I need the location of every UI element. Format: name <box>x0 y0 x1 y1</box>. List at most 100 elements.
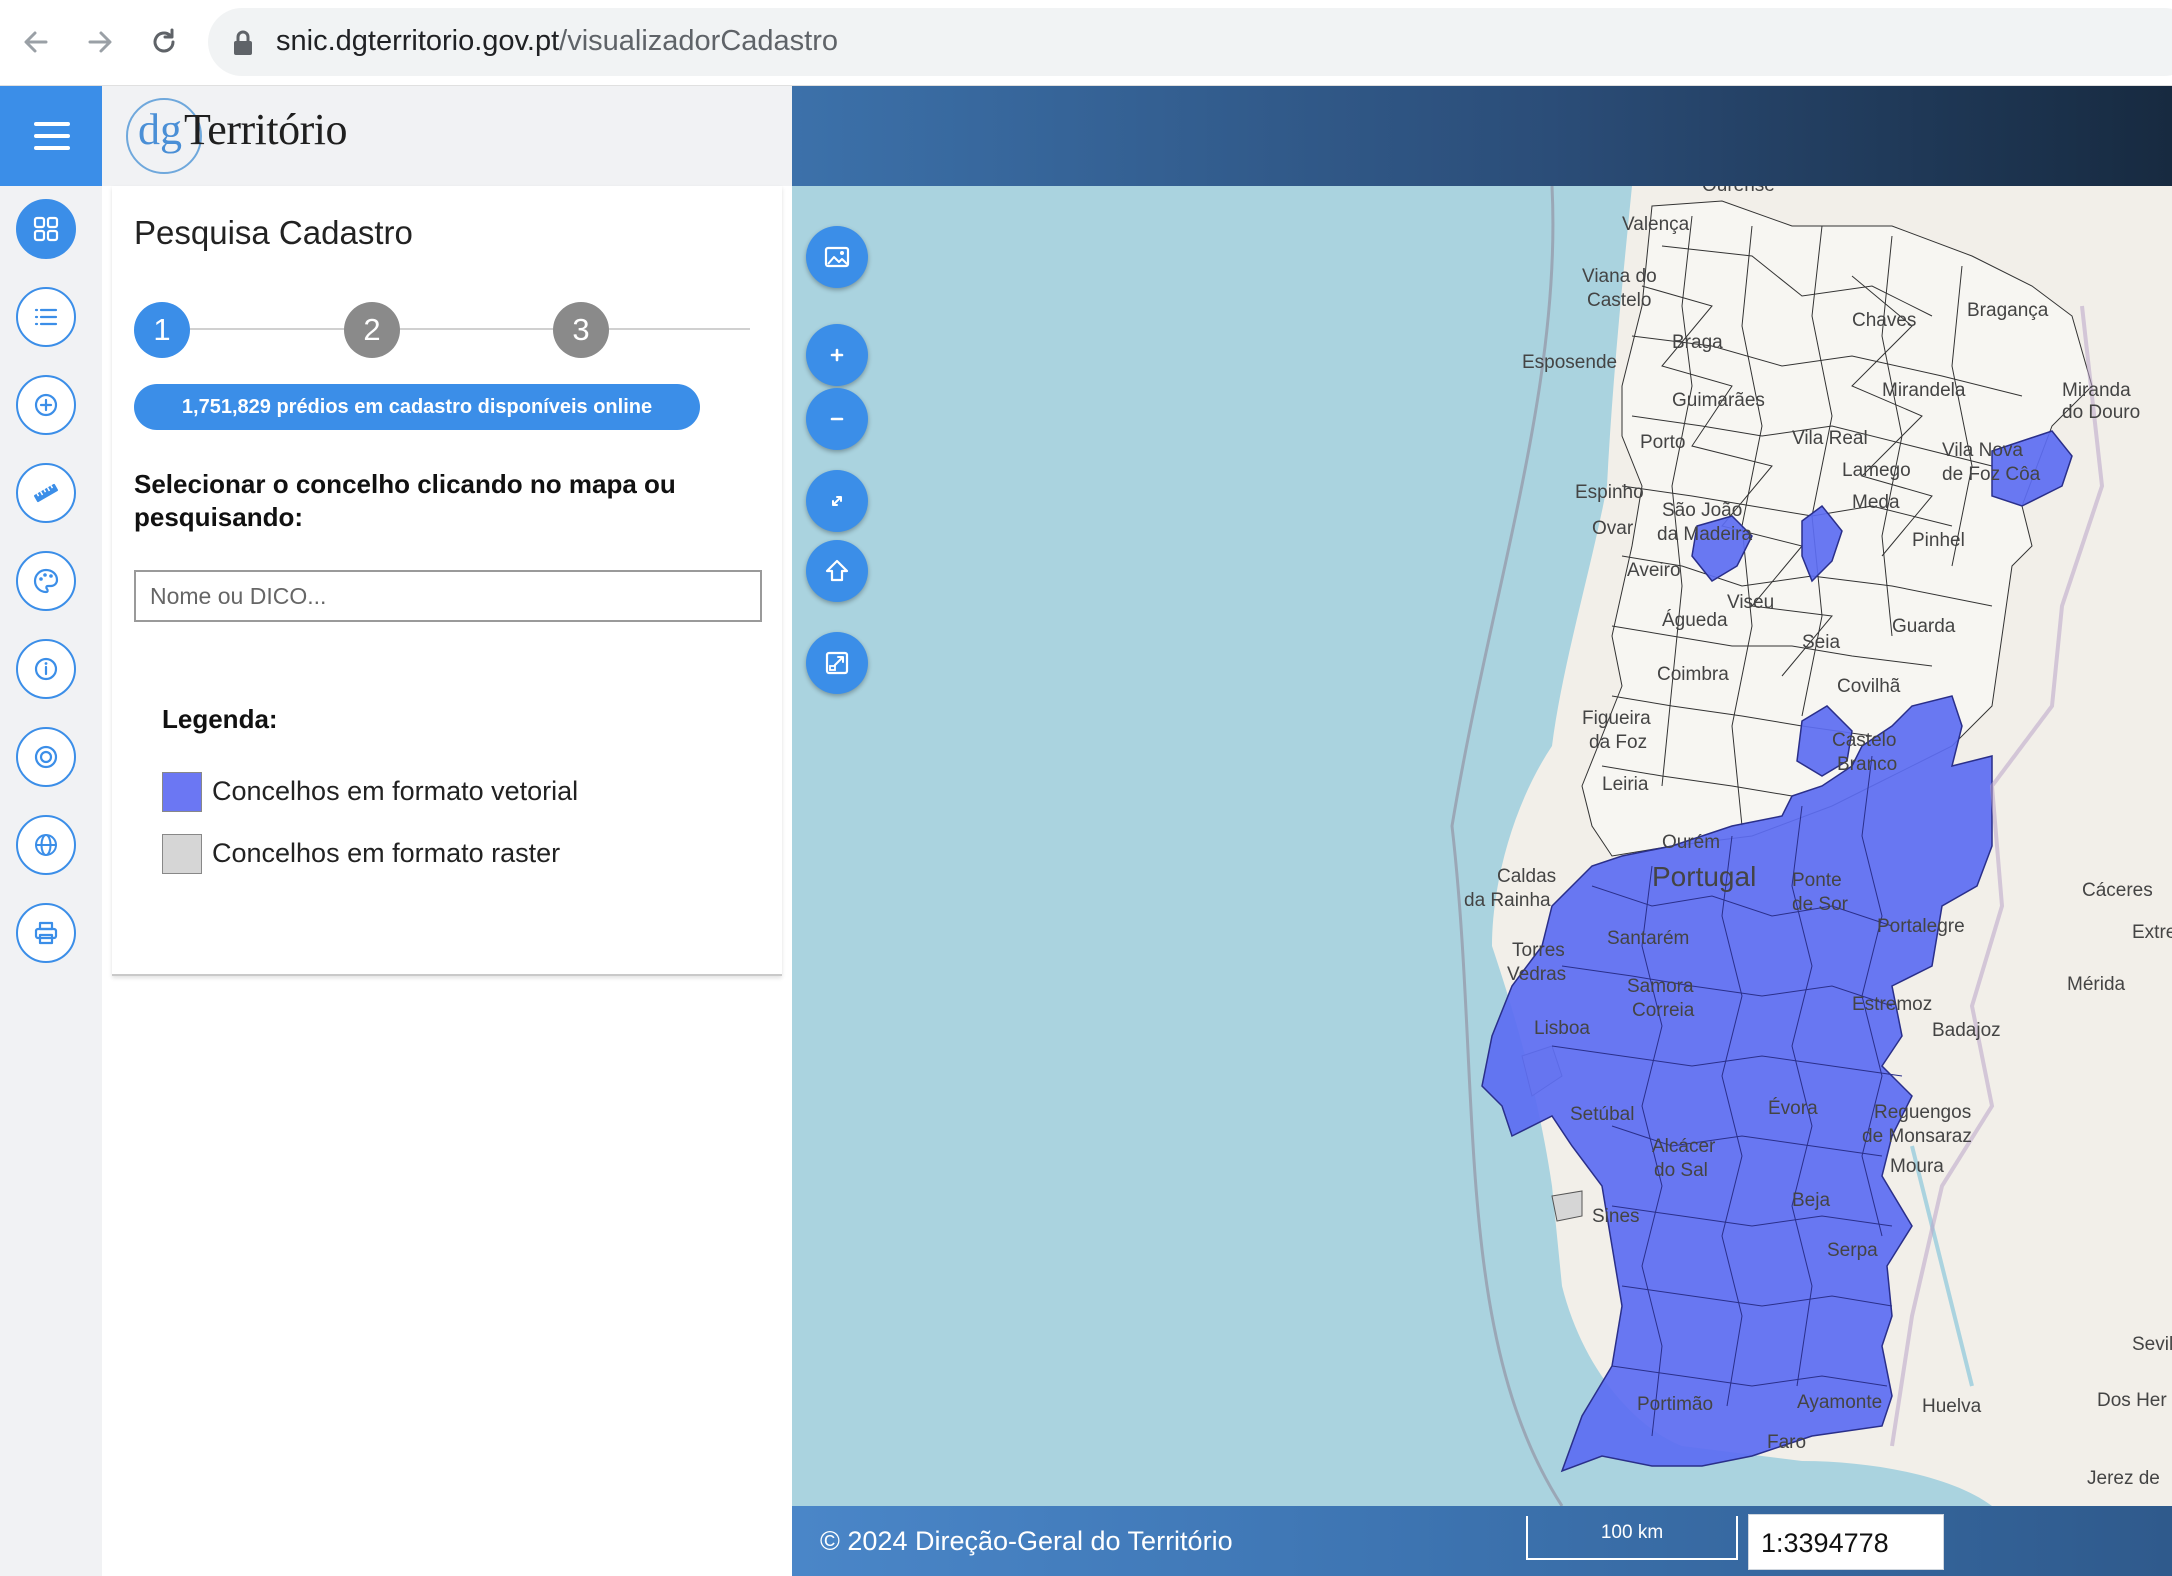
map-label-saojoao-2: da Madeira <box>1657 524 1752 545</box>
map-label-estremoz: Estremoz <box>1852 994 1932 1015</box>
step-1[interactable]: 1 <box>134 302 190 358</box>
sidebar-item-cadastro[interactable] <box>16 199 76 259</box>
map-label-moura: Moura <box>1890 1156 1944 1177</box>
browser-toolbar: snic.dgterritorio.gov.pt/visualizadorCad… <box>0 0 2172 86</box>
map-label-samora-2: Correia <box>1632 1000 1695 1021</box>
map-label-ponte: Ponte <box>1792 870 1842 891</box>
url-host: snic.dgterritorio.gov.pt <box>276 25 560 57</box>
sidebar-item-basemaps[interactable] <box>16 815 76 875</box>
municipality-search-input[interactable] <box>134 570 762 622</box>
legend-label-vector: Concelhos em formato vetorial <box>212 776 579 806</box>
legend-label-raster: Concelhos em formato raster <box>212 838 561 868</box>
map-label-vilanova-2: de Foz Côa <box>1942 464 2041 485</box>
map-label-esposende: Esposende <box>1522 352 1617 373</box>
map-label-seia: Seia <box>1802 632 1840 653</box>
map-label-reguengos: Reguengos <box>1874 1102 1971 1123</box>
home-extent-button[interactable] <box>806 540 868 602</box>
sidebar-item-measure[interactable] <box>16 463 76 523</box>
forward-button[interactable] <box>80 22 120 62</box>
sidebar-item-info[interactable] <box>16 639 76 699</box>
map-label-espinho: Espinho <box>1575 482 1644 503</box>
instruction-text: Selecionar o concelho clicando no mapa o… <box>134 469 676 532</box>
step-3[interactable]: 3 <box>553 302 609 358</box>
map-label-guimaraes: Guimarães <box>1672 390 1765 411</box>
map-footer: © 2024 Direção-Geral do Território 100 k… <box>792 1506 2172 1576</box>
map-label-lamego: Lamego <box>1842 460 1911 481</box>
ruler-icon <box>33 483 59 503</box>
sidebar-item-styles[interactable] <box>16 551 76 611</box>
raster-municipality <box>1551 1190 1583 1222</box>
logo-prefix: dg <box>138 105 182 154</box>
back-button[interactable] <box>16 22 56 62</box>
map-label-portimao: Portimão <box>1637 1394 1713 1415</box>
list-icon <box>34 308 58 326</box>
target-icon <box>34 745 58 769</box>
hamburger-menu-button[interactable] <box>0 86 102 186</box>
map-label-ourem: Ourém <box>1662 832 1720 853</box>
map-label-vilanova: Vila Nova <box>1942 440 2023 461</box>
scale-bar: 100 km <box>1526 1516 1738 1560</box>
map-label-portalegre: Portalegre <box>1877 916 1965 937</box>
grid-icon <box>33 216 59 242</box>
map-canvas[interactable]: Ourense Valença Viana do Castelo Braga C… <box>792 186 2172 1506</box>
map-label-braganca: Bragança <box>1967 300 2049 321</box>
print-icon <box>34 921 58 945</box>
reload-icon <box>153 28 175 53</box>
sidebar-item-print[interactable] <box>16 903 76 963</box>
fullscreen-button[interactable] <box>806 470 868 532</box>
step-2[interactable]: 2 <box>344 302 400 358</box>
map-label-viseu: Viseu <box>1727 592 1774 613</box>
sidebar-item-add-layer[interactable] <box>16 375 76 435</box>
fullscreen-icon <box>832 496 842 506</box>
palette-icon <box>33 568 59 594</box>
arrow-left-icon <box>24 31 48 53</box>
home-icon <box>825 559 849 582</box>
map-label-badajoz: Badajoz <box>1932 1020 2001 1041</box>
map-label-valenca: Valença <box>1622 214 1690 235</box>
map-label-alcacer: Alcácer <box>1652 1136 1716 1157</box>
map-label-chaves: Chaves <box>1852 310 1916 331</box>
map-label-miranda: Miranda <box>2062 380 2131 401</box>
zoom-out-button[interactable] <box>806 388 868 450</box>
logo-text: Território <box>184 105 347 154</box>
info-icon <box>34 657 58 681</box>
map-label-mirandela: Mirandela <box>1882 380 1966 401</box>
map-label-evora: Évora <box>1768 1098 1818 1119</box>
map-label-alcacer-2: do Sal <box>1654 1160 1708 1181</box>
copyright-text: © 2024 Direção-Geral do Território <box>820 1526 1233 1556</box>
parcel-count-badge: 1,751,829 prédios em cadastro disponívei… <box>134 384 700 430</box>
map-label-viana: Viana do <box>1582 266 1657 287</box>
map-label-extrema: Extrema <box>2132 922 2172 943</box>
map-label-huelva: Huelva <box>1922 1396 1982 1417</box>
scale-field[interactable]: 1:3394778 <box>1748 1514 1944 1570</box>
stepper-line <box>168 328 750 330</box>
map-label-meda: Meda <box>1852 492 1900 513</box>
url-path: /visualizadorCadastro <box>559 25 839 57</box>
zoom-in-button[interactable] <box>806 324 868 386</box>
map-label-lisboa: Lisboa <box>1534 1018 1590 1039</box>
map-view[interactable]: Ourense Valença Viana do Castelo Braga C… <box>792 86 2172 1576</box>
search-card: Pesquisa Cadastro 1 2 3 1,751,829 prédio… <box>112 186 782 976</box>
map-label-doshermanas: Dos Her <box>2097 1390 2167 1411</box>
address-bar[interactable]: snic.dgterritorio.gov.pt/visualizadorCad… <box>208 8 2172 76</box>
basemap-image-button[interactable] <box>806 226 868 288</box>
map-label-santarem: Santarém <box>1607 928 1689 949</box>
map-label-merida: Mérida <box>2067 974 2126 995</box>
side-panel: Pesquisa Cadastro 1 2 3 1,751,829 prédio… <box>102 186 792 1576</box>
lock-icon <box>234 30 252 55</box>
sidebar-item-layers[interactable] <box>16 287 76 347</box>
export-button[interactable] <box>806 632 868 694</box>
map-label-miranda-2: do Douro <box>2062 402 2140 423</box>
map-label-caceres: Cáceres <box>2082 880 2153 901</box>
hamburger-icon-line <box>34 134 70 138</box>
map-label-castelo: Castelo <box>1832 730 1896 751</box>
url-text: snic.dgterritorio.gov.pt/visualizadorCad… <box>276 25 838 58</box>
map-label-castelo-2: Branco <box>1837 754 1897 775</box>
map-label-figueira: Figueira <box>1582 708 1651 729</box>
zoom-in-icon <box>830 348 844 362</box>
map-label-braga: Braga <box>1672 332 1723 353</box>
sidebar-item-location[interactable] <box>16 727 76 787</box>
map-label-sevilla: Sevill <box>2132 1334 2172 1355</box>
map-label-serpa: Serpa <box>1827 1240 1878 1261</box>
reload-button[interactable] <box>144 22 184 62</box>
